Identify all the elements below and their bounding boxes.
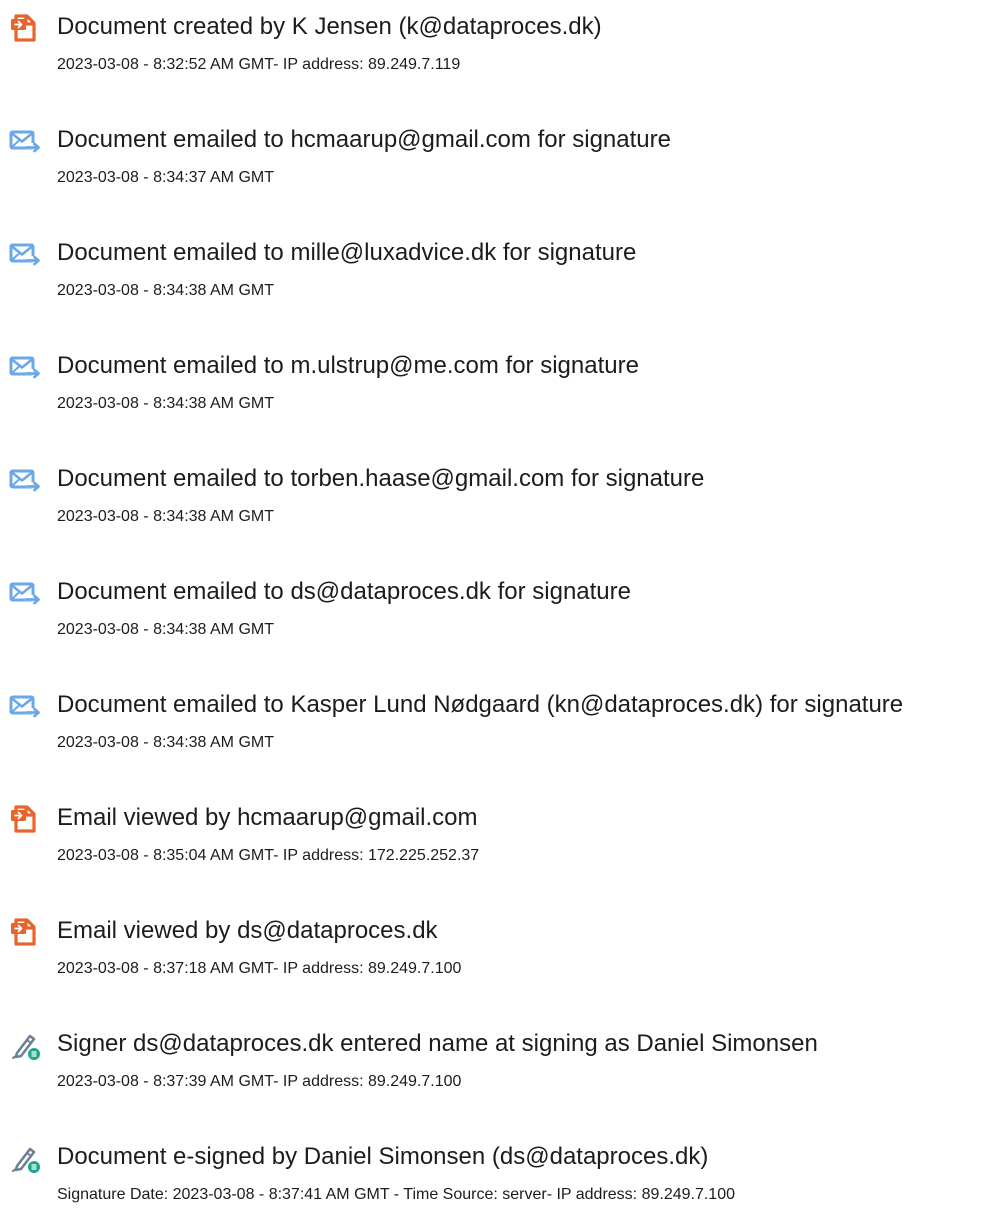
event-detail: 2023-03-08 - 8:34:38 AM GMT	[57, 395, 274, 412]
audit-event: Document emailed to m.ulstrup@me.com for…	[0, 351, 997, 431]
audit-event: Signer ds@dataproces.dk entered name at …	[0, 1029, 997, 1109]
event-detail: 2023-03-08 - 8:34:38 AM GMT	[57, 621, 274, 638]
audit-event: Document emailed to torben.haase@gmail.c…	[0, 464, 997, 544]
event-detail: 2023-03-08 - 8:34:38 AM GMT	[57, 508, 274, 525]
email-sent-icon	[7, 123, 43, 159]
event-detail: 2023-03-08 - 8:34:37 AM GMT	[57, 169, 274, 186]
audit-event: Document emailed to hcmaarup@gmail.com f…	[0, 125, 997, 205]
audit-event: Email viewed by hcmaarup@gmail.com 2023-…	[0, 803, 997, 883]
event-detail: 2023-03-08 - 8:32:52 AM GMT- IP address:…	[57, 56, 461, 73]
event-title: Document emailed to Kasper Lund Nødgaard…	[57, 691, 904, 718]
event-title: Email viewed by hcmaarup@gmail.com	[57, 804, 478, 831]
event-title: Document created by K Jensen (k@dataproc…	[57, 13, 602, 40]
event-detail: 2023-03-08 - 8:34:38 AM GMT	[57, 734, 274, 751]
event-detail: 2023-03-08 - 8:34:38 AM GMT	[57, 282, 274, 299]
event-title: Email viewed by ds@dataproces.dk	[57, 917, 438, 944]
audit-event: Document emailed to Kasper Lund Nødgaard…	[0, 690, 997, 770]
event-title: Document emailed to hcmaarup@gmail.com f…	[57, 126, 671, 153]
event-detail: 2023-03-08 - 8:37:39 AM GMT- IP address:…	[57, 1073, 462, 1090]
event-detail: 2023-03-08 - 8:35:04 AM GMT- IP address:…	[57, 847, 480, 864]
audit-event: Document e-signed by Daniel Simonsen (ds…	[0, 1142, 997, 1222]
email-sent-icon	[7, 236, 43, 272]
event-detail: 2023-03-08 - 8:37:18 AM GMT- IP address:…	[57, 960, 462, 977]
event-title: Document emailed to m.ulstrup@me.com for…	[57, 352, 639, 379]
event-title: Document e-signed by Daniel Simonsen (ds…	[57, 1143, 709, 1170]
event-title: Document emailed to ds@dataproces.dk for…	[57, 578, 631, 605]
email-sent-icon	[7, 349, 43, 385]
email-sent-icon	[7, 462, 43, 498]
document-viewed-icon	[7, 914, 43, 950]
audit-event: Document emailed to mille@luxadvice.dk f…	[0, 238, 997, 318]
email-sent-icon	[7, 575, 43, 611]
audit-event: Document created by K Jensen (k@dataproc…	[0, 12, 997, 92]
signer-pen-icon	[7, 1140, 43, 1176]
event-title: Document emailed to torben.haase@gmail.c…	[57, 465, 705, 492]
audit-event: Document emailed to ds@dataproces.dk for…	[0, 577, 997, 657]
audit-event: Email viewed by ds@dataproces.dk 2023-03…	[0, 916, 997, 996]
signer-pen-icon	[7, 1027, 43, 1063]
document-created-icon	[7, 10, 43, 46]
event-title: Signer ds@dataproces.dk entered name at …	[57, 1030, 818, 1057]
event-detail: Signature Date: 2023-03-08 - 8:37:41 AM …	[57, 1186, 735, 1203]
email-sent-icon	[7, 688, 43, 724]
document-viewed-icon	[7, 801, 43, 837]
event-title: Document emailed to mille@luxadvice.dk f…	[57, 239, 637, 266]
